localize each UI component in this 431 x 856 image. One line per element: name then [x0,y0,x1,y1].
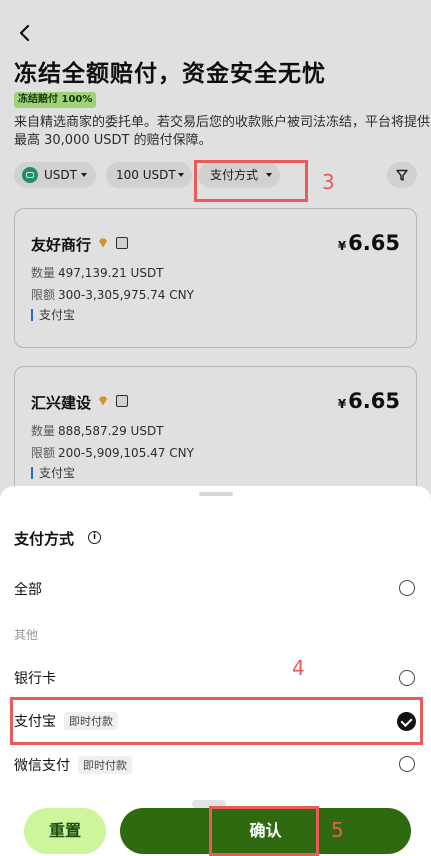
annotation-number-5: 5 [331,818,344,842]
instant-pay-tag: 即时付款 [78,756,132,774]
annotation-box-3 [194,160,308,202]
section-label-other: 其他 [14,628,39,642]
radio-empty-icon[interactable] [399,670,415,686]
option-bank-card[interactable]: 银行卡 [14,668,56,688]
annotation-box-5 [209,806,319,856]
radio-empty-icon[interactable] [399,580,415,596]
radio-empty-icon[interactable] [399,756,415,772]
option-wechat-label: 微信支付 [14,758,70,774]
sheet-drag-handle[interactable] [199,492,233,496]
reset-button[interactable]: 重置 [24,808,106,854]
option-all[interactable]: 全部 [14,579,42,599]
option-wechat-pay[interactable]: 微信支付 即时付款 [14,755,132,775]
annotation-number-3: 3 [322,170,335,194]
sheet-title: 支付方式 [14,530,75,548]
annotation-box-4 [10,697,423,745]
annotation-number-4: 4 [292,656,305,680]
info-icon[interactable]: i [88,531,101,544]
